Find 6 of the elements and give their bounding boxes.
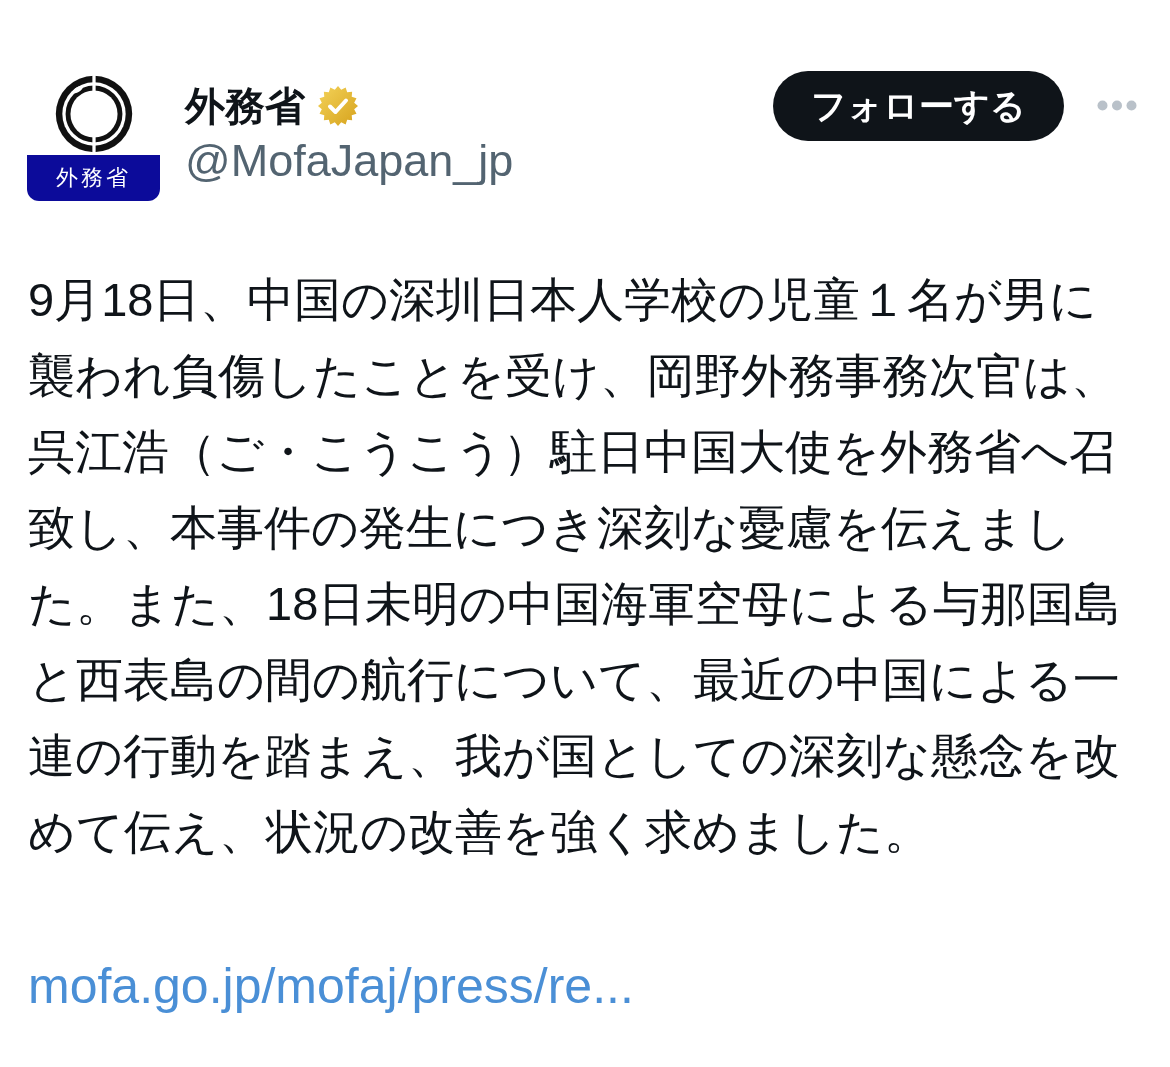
more-options-icon[interactable]: [1097, 100, 1137, 111]
account-handle: @MofaJapan_jp: [185, 136, 514, 186]
account-name: 外務省: [185, 82, 305, 130]
logo-label: 外務省: [27, 155, 160, 201]
follow-button[interactable]: フォローする: [773, 71, 1064, 141]
post-text: 9月18日、中国の深圳日本人学校の児童１名が男に襲われ負傷したことを受け、岡野外務事務次官は、呉江浩（ご・こうこう）駐日中国大使を外務省へ召致し、本事件の発生につき深刻な憂慮を伝えました。また、18日未明の中国海軍空母による与那国島と西表島の間の航行について、最近の中国による一連の行動を踏まえ、我が国としての深刻な懸念を改めて伝え、状況の改善を強く求めました。: [28, 272, 1123, 860]
